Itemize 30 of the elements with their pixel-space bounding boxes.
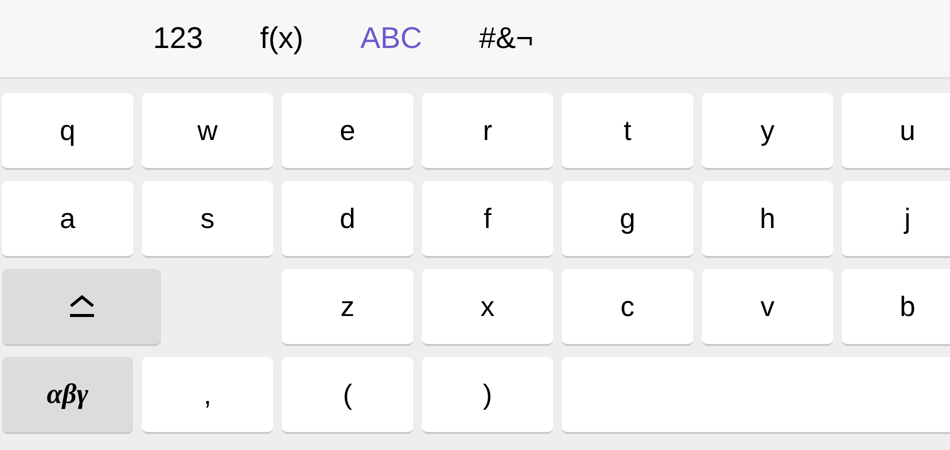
mode-tab[interactable]: ABC bbox=[360, 24, 422, 54]
key[interactable]: ( bbox=[282, 357, 413, 434]
greek-key[interactable]: αβγ bbox=[2, 357, 133, 434]
key[interactable]: j bbox=[842, 181, 950, 258]
key[interactable]: z bbox=[282, 269, 413, 346]
key[interactable]: d bbox=[282, 181, 413, 258]
key[interactable]: v bbox=[702, 269, 833, 346]
key[interactable]: a bbox=[2, 181, 133, 258]
key[interactable]: ) bbox=[422, 357, 553, 434]
key[interactable]: y bbox=[702, 93, 833, 170]
space-key[interactable] bbox=[562, 357, 950, 434]
key[interactable]: t bbox=[562, 93, 693, 170]
key[interactable]: w bbox=[142, 93, 273, 170]
shift-key[interactable] bbox=[2, 269, 161, 346]
key[interactable]: s bbox=[142, 181, 273, 258]
key[interactable]: c bbox=[562, 269, 693, 346]
key[interactable]: f bbox=[422, 181, 553, 258]
key[interactable]: x bbox=[422, 269, 553, 346]
mode-tab[interactable]: f(x) bbox=[260, 24, 304, 54]
key[interactable]: q bbox=[2, 93, 133, 170]
key[interactable]: g bbox=[562, 181, 693, 258]
key[interactable]: r bbox=[422, 93, 553, 170]
shift-icon bbox=[68, 294, 94, 320]
key[interactable]: e bbox=[282, 93, 413, 170]
key[interactable]: , bbox=[142, 357, 273, 434]
key[interactable]: b bbox=[842, 269, 950, 346]
mode-tab[interactable]: #&¬ bbox=[479, 24, 534, 54]
key[interactable]: u bbox=[842, 93, 950, 170]
mode-tab[interactable]: 123 bbox=[153, 24, 204, 54]
key[interactable]: h bbox=[702, 181, 833, 258]
